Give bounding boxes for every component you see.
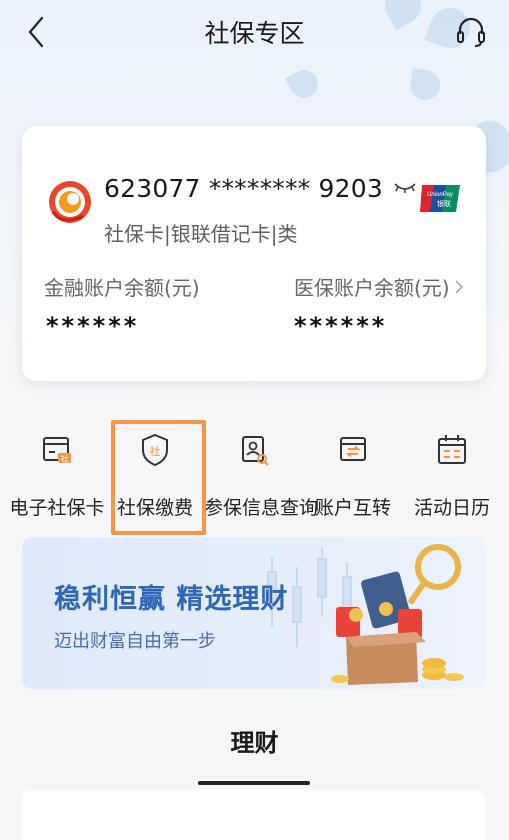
quick-action-payment[interactable]: 社 社保缴费	[105, 418, 205, 536]
financial-balance-value: ******	[46, 312, 140, 340]
product-card[interactable]	[22, 790, 486, 840]
svg-text:社: 社	[61, 454, 69, 464]
svg-text:社: 社	[150, 444, 161, 458]
medical-balance-label: 医保账户余额(元)	[294, 276, 450, 300]
card-number-row: 623077 ******** 9203	[104, 172, 417, 204]
quick-action-insurance-query[interactable]: 参保信息查询	[204, 418, 319, 536]
eye-closed-icon[interactable]	[393, 181, 417, 195]
treasure-box-icon	[331, 544, 464, 685]
transfer-icon	[340, 437, 366, 461]
quick-action-label: 活动日历	[413, 497, 490, 519]
doc-search-icon	[242, 436, 269, 466]
quick-action-calendar[interactable]: 活动日历	[402, 418, 502, 536]
quick-actions: 社 电子社保卡 社 社保缴费 参保信息查询 账户互转 活动日历	[0, 418, 509, 536]
wealth-banner[interactable]: 稳利恒赢 精选理财 迈出财富自由第一步	[22, 537, 486, 689]
quick-action-label: 参保信息查询	[204, 497, 319, 519]
svg-text:银联: 银联	[437, 199, 451, 208]
e-card-icon: 社	[43, 437, 71, 464]
decor-petal	[407, 67, 443, 103]
financial-balance-label: 金融账户余额(元)	[44, 276, 200, 300]
quick-action-label: 电子社保卡	[9, 497, 105, 519]
tab-wealth[interactable]: 理财	[0, 723, 509, 758]
unionpay-logo-icon: UnionPay 银联	[420, 185, 460, 212]
banner-subtitle: 迈出财富自由第一步	[54, 631, 216, 652]
quick-action-label: 账户互转	[314, 497, 391, 519]
bank-logo-icon	[49, 181, 91, 223]
medical-balance-link[interactable]: 医保账户余额(元)	[294, 272, 464, 301]
top-bar: 社保专区	[0, 0, 509, 64]
quick-action-e-card[interactable]: 社 电子社保卡	[7, 418, 107, 536]
decor-petal	[284, 64, 324, 104]
quick-action-transfer[interactable]: 账户互转	[303, 418, 403, 536]
shield-she-icon: 社	[142, 433, 168, 467]
social-security-card[interactable]: 623077 ******** 9203 社保卡|银联借记卡|类 UnionPa…	[22, 126, 486, 381]
medical-balance-value: ******	[294, 312, 388, 340]
card-number: 623077 ******** 9203	[104, 173, 383, 203]
chevron-right-icon	[455, 279, 463, 294]
banner-title: 稳利恒赢 精选理财	[54, 584, 289, 615]
calendar-icon	[438, 435, 466, 464]
quick-action-label: 社保缴费	[116, 497, 193, 519]
card-type: 社保卡|银联借记卡|类	[104, 222, 298, 246]
page-title: 社保专区	[204, 19, 305, 48]
active-tab-indicator	[198, 781, 310, 785]
headset-icon[interactable]	[455, 14, 487, 50]
svg-text:UnionPay: UnionPay	[427, 192, 454, 198]
